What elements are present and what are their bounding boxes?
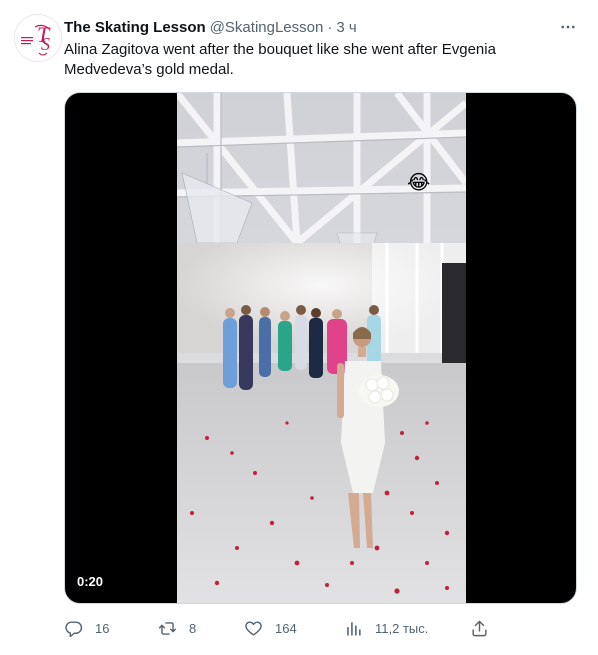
tweet-text: Alina Zagitova went after the bouquet li…	[64, 41, 496, 78]
share-icon	[472, 620, 487, 636]
views-icon	[347, 621, 361, 636]
laughing-emoji-icon: 😂	[407, 172, 430, 194]
tweet-card[interactable]: T S The Skating Lesson @SkatingLesson · …	[0, 0, 598, 655]
separator-dot: ·	[327, 18, 333, 36]
reply-icon	[65, 620, 83, 637]
avatar[interactable]: T S	[14, 14, 62, 62]
video-frame[interactable]: 😂	[177, 93, 466, 603]
tweet-header: The Skating Lesson @SkatingLesson · 3 ч	[64, 16, 578, 38]
retweet-icon	[158, 621, 177, 635]
retweet-button[interactable]: 8	[158, 619, 196, 638]
retweet-count: 8	[189, 620, 197, 636]
account-handle[interactable]: @SkatingLesson	[210, 19, 324, 36]
like-count: 164	[275, 620, 297, 636]
heart-icon	[245, 620, 262, 636]
svg-text:S: S	[41, 34, 50, 54]
skating-lesson-logo-icon: T S	[15, 15, 61, 61]
account-name[interactable]: The Skating Lesson	[64, 19, 206, 36]
more-options-icon[interactable]	[558, 17, 578, 37]
views-count: 11,2 тыс.	[375, 620, 429, 636]
like-button[interactable]: 164	[244, 619, 297, 638]
reply-button[interactable]: 16	[64, 619, 109, 638]
share-button[interactable]	[470, 619, 501, 638]
video-player[interactable]: 😂 0:20	[64, 92, 577, 604]
video-still-image: 😂	[177, 93, 466, 603]
views-button[interactable]: 11,2 тыс.	[344, 619, 428, 638]
tweet-time[interactable]: 3 ч	[336, 19, 356, 36]
video-duration: 0:20	[77, 574, 104, 589]
tweet-actions: 16 8 164 11,2 тыс.	[64, 616, 494, 640]
reply-count: 16	[95, 620, 110, 636]
